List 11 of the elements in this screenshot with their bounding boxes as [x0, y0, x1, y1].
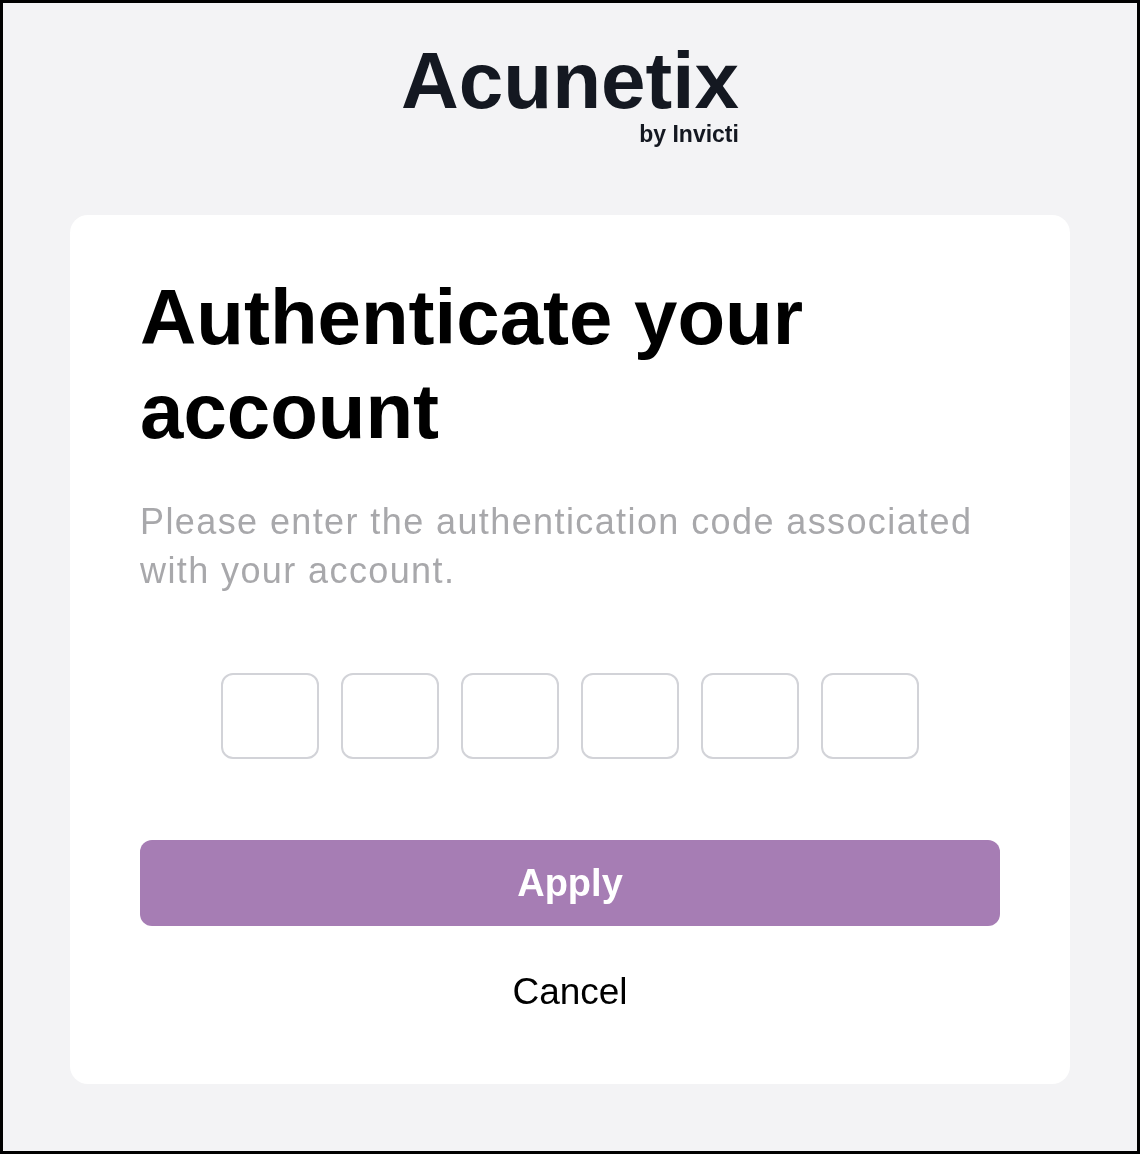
code-digit-field[interactable]	[221, 673, 319, 759]
logo-tagline: by Invicti	[639, 121, 739, 147]
logo-wordmark: Acunetix	[401, 39, 739, 123]
instruction-text: Please enter the authentication code associated with your account.	[140, 500, 974, 593]
code-digit-field[interactable]	[341, 673, 439, 759]
code-digit-field[interactable]	[821, 673, 919, 759]
code-digit-field[interactable]	[581, 673, 679, 759]
page-title: Authenticate your account	[140, 272, 805, 457]
cancel-link[interactable]: Cancel	[512, 970, 628, 1014]
code-digit-field[interactable]	[461, 673, 559, 759]
code-digit-field[interactable]	[701, 673, 799, 759]
